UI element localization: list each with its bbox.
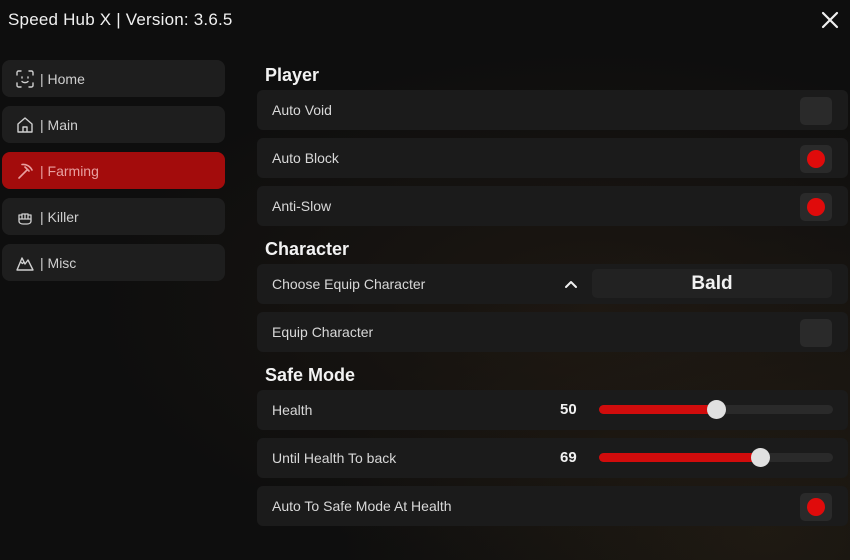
window-title: Speed Hub X | Version: 3.6.5 [8, 10, 233, 29]
sidebar-item-label: | Farming [40, 162, 99, 179]
face-scan-icon [14, 68, 36, 90]
anti-slow-toggle[interactable] [800, 193, 832, 221]
sidebar-item-farming[interactable]: | Farming [2, 152, 225, 189]
pickaxe-icon [14, 160, 36, 182]
until-health-slider-row: Until Health To back 69 [257, 438, 848, 478]
fist-icon [14, 206, 36, 228]
close-button[interactable] [818, 8, 842, 32]
auto-safe-mode-row: Auto To Safe Mode At Health [257, 486, 848, 526]
section-title-safe-mode: Safe Mode [265, 365, 356, 385]
until-health-slider[interactable] [599, 448, 833, 467]
anti-slow-row: Anti-Slow [257, 186, 848, 226]
anti-slow-label: Anti-Slow [272, 198, 332, 214]
equip-character-toggle[interactable] [800, 319, 832, 347]
toggle-on-indicator [807, 150, 825, 168]
health-slider[interactable] [599, 400, 833, 419]
sidebar-item-main[interactable]: | Main [2, 106, 225, 143]
close-icon [821, 11, 839, 29]
sidebar-item-killer[interactable]: | Killer [2, 198, 225, 235]
toggle-on-indicator [807, 498, 825, 516]
sidebar-item-misc[interactable]: | Misc [2, 244, 225, 281]
equip-character-row: Equip Character [257, 312, 848, 352]
section-title-character: Character [265, 239, 350, 259]
health-slider-row: Health 50 [257, 390, 848, 430]
house-icon [14, 114, 36, 136]
sidebar-item-label: | Misc [40, 254, 77, 271]
slider-fill [599, 405, 716, 414]
sidebar: | Home | Main | Farming | Killer | Misc [2, 60, 225, 290]
until-health-value: 69 [560, 449, 577, 466]
section-title-player: Player [265, 65, 320, 85]
sidebar-item-label: | Main [40, 116, 78, 133]
slider-fill [599, 453, 761, 462]
health-value: 50 [560, 401, 577, 418]
character-dropdown[interactable]: Bald [592, 269, 832, 298]
toggle-on-indicator [807, 198, 825, 216]
until-health-label: Until Health To back [272, 450, 397, 466]
slider-thumb[interactable] [751, 448, 771, 467]
auto-void-toggle[interactable] [800, 97, 832, 125]
auto-block-row: Auto Block [257, 138, 848, 178]
chevron-up-icon[interactable] [563, 276, 579, 292]
auto-block-toggle[interactable] [800, 145, 832, 173]
sidebar-item-label: | Killer [40, 208, 79, 225]
auto-block-label: Auto Block [272, 150, 339, 166]
auto-safe-mode-toggle[interactable] [800, 493, 832, 521]
sidebar-item-label: | Home [40, 70, 85, 87]
choose-equip-character-label: Choose Equip Character [272, 276, 426, 292]
sidebar-item-home[interactable]: | Home [2, 60, 225, 97]
slider-thumb[interactable] [707, 400, 726, 419]
mountain-icon [14, 252, 36, 274]
equip-character-label: Equip Character [272, 324, 374, 340]
auto-void-label: Auto Void [272, 102, 332, 118]
auto-safe-mode-label: Auto To Safe Mode At Health [272, 498, 452, 514]
auto-void-row: Auto Void [257, 90, 848, 130]
choose-equip-character-row: Choose Equip Character Bald [257, 264, 848, 304]
health-label: Health [272, 402, 313, 418]
main-panel: Player Auto Void Auto Block Anti-Slow Ch… [257, 60, 848, 534]
